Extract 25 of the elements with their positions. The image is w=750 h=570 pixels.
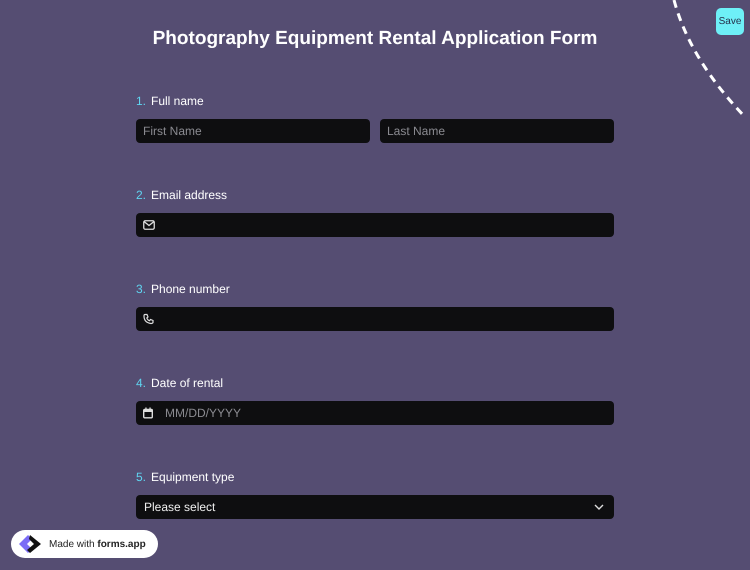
badge-text: Made with forms.app <box>49 538 146 550</box>
form-title: Photography Equipment Rental Application Form <box>152 27 598 51</box>
calendar-icon <box>143 408 153 418</box>
question-label: Equipment type <box>151 469 234 486</box>
question-number: 1. <box>136 93 146 110</box>
made-with-badge[interactable]: Made with forms.app <box>11 530 158 558</box>
logo-icon <box>17 533 43 555</box>
phone-icon <box>143 314 154 324</box>
envelope-icon <box>143 220 155 230</box>
save-button[interactable]: Save <box>716 8 744 35</box>
text-field[interactable]: Last Name <box>380 119 614 143</box>
email-field[interactable] <box>136 213 614 237</box>
question-number: 3. <box>136 281 146 298</box>
question-label: Full name <box>151 93 204 110</box>
date-field[interactable]: MM/DD/YYYY <box>136 401 614 425</box>
phone-field[interactable] <box>136 307 614 331</box>
chevron-down-icon <box>594 504 604 510</box>
question-label: Phone number <box>151 281 230 298</box>
question-number: 2. <box>136 187 146 204</box>
question-number: 4. <box>136 375 146 392</box>
question-label: Email address <box>151 187 228 204</box>
question-number: 5. <box>136 469 146 486</box>
select-dropdown[interactable]: Please select <box>136 495 614 519</box>
text-field[interactable]: First Name <box>136 119 370 143</box>
question-label: Date of rental <box>151 375 224 392</box>
